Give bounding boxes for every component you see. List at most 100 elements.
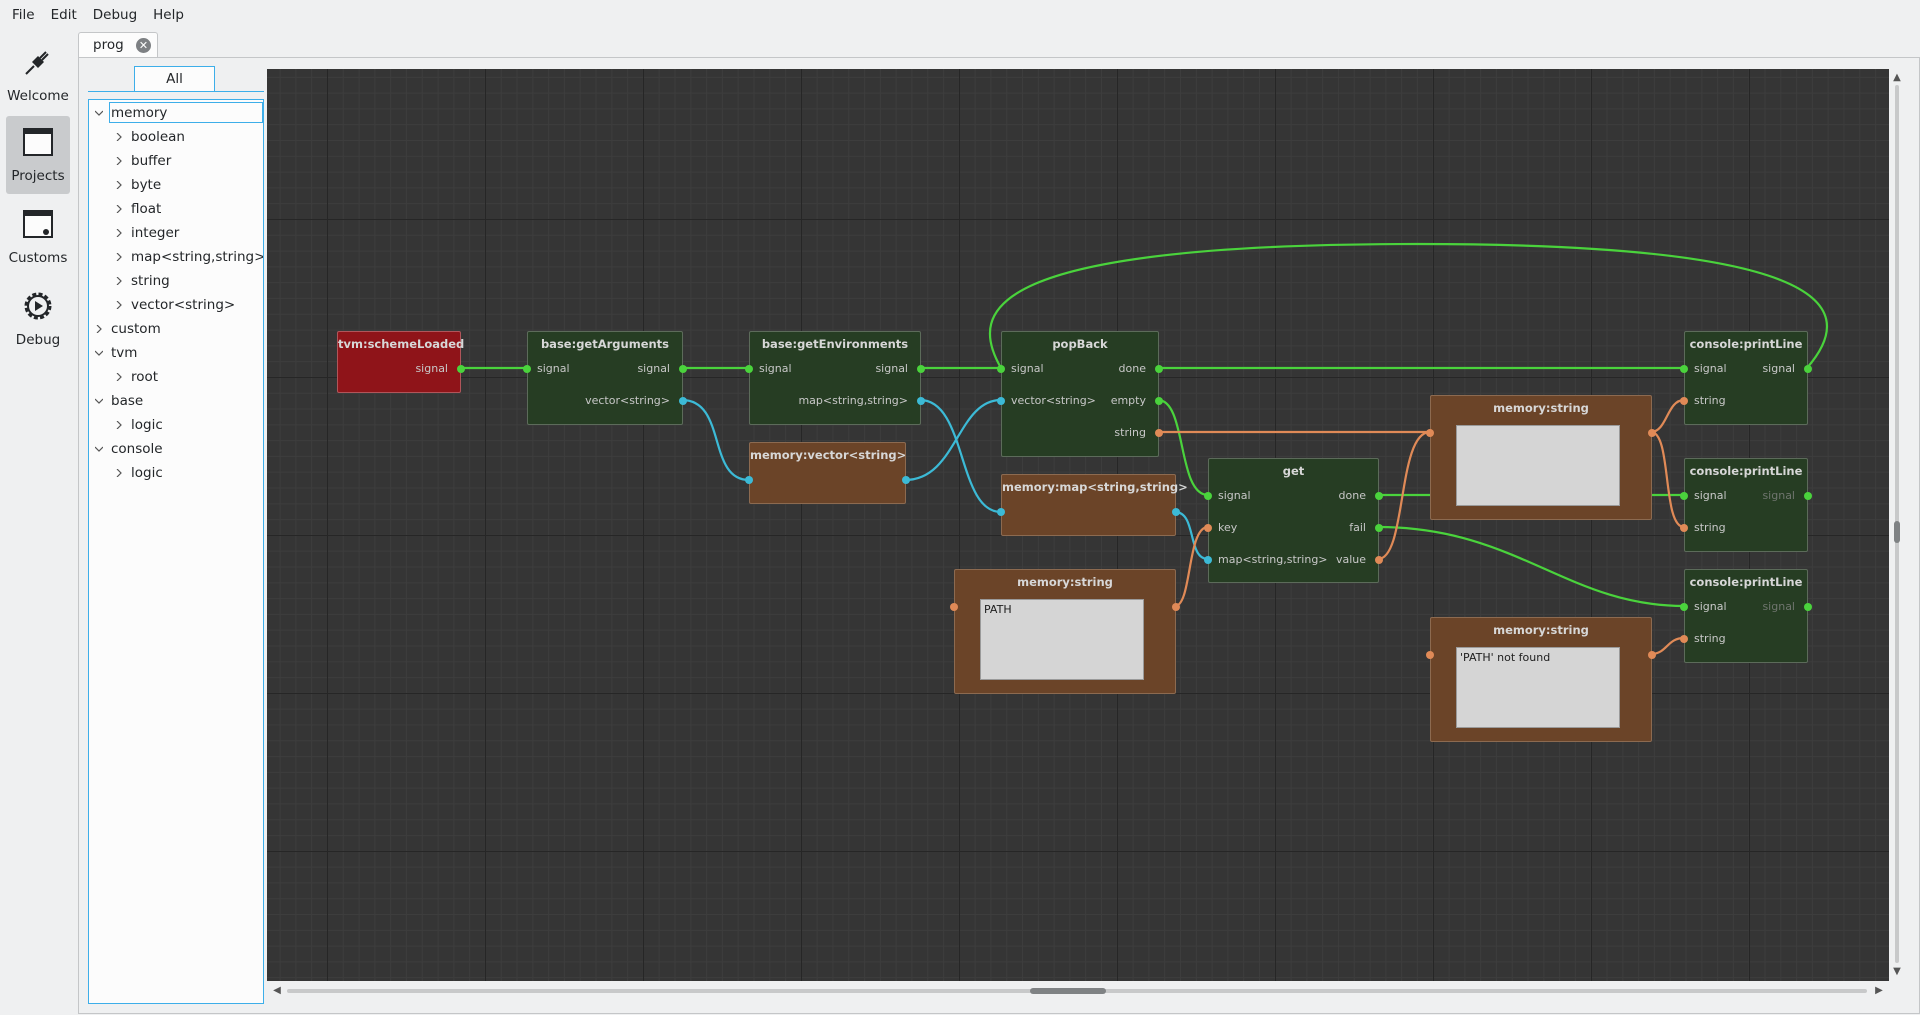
in-string-port[interactable] xyxy=(1680,524,1688,532)
menu-help[interactable]: Help xyxy=(145,0,192,30)
node-print-line-1[interactable]: console:printLine signal string signal xyxy=(1680,331,1812,425)
tree-item[interactable]: console xyxy=(89,438,263,460)
out-signal-port[interactable] xyxy=(917,365,925,373)
out-signal-port[interactable] xyxy=(1804,492,1812,500)
in-signal-port[interactable] xyxy=(1680,365,1688,373)
tree-item[interactable]: root xyxy=(89,366,263,388)
out-string-port[interactable] xyxy=(1155,429,1163,437)
string-value-field[interactable]: 'PATH' not found xyxy=(1456,647,1620,728)
in-string-port[interactable] xyxy=(950,603,958,611)
tree-item[interactable]: map<string,string> xyxy=(89,246,263,268)
string-value-field[interactable]: PATH xyxy=(980,599,1144,680)
out-string-port[interactable] xyxy=(1648,429,1656,437)
tree-item[interactable]: memory xyxy=(89,102,263,124)
out-string-port[interactable] xyxy=(1172,603,1180,611)
node-get[interactable]: get signal key map<string,string> done f… xyxy=(1204,458,1383,583)
chevron-down-icon[interactable] xyxy=(95,109,103,117)
menu-file[interactable]: File xyxy=(4,0,43,30)
scroll-up-icon[interactable]: ▲ xyxy=(1891,72,1903,84)
tree-item[interactable]: float xyxy=(89,198,263,220)
scroll-right-icon[interactable]: ▶ xyxy=(1873,985,1885,997)
in-string-port[interactable] xyxy=(1680,635,1688,643)
in-vector-port[interactable] xyxy=(997,397,1005,405)
in-signal-port[interactable] xyxy=(1680,492,1688,500)
tab-all[interactable]: All xyxy=(134,66,215,92)
mode-customs[interactable]: Customs xyxy=(6,198,70,276)
tree-item[interactable]: base xyxy=(89,390,263,412)
node-memory-vector[interactable]: memory:vector<string> xyxy=(745,442,910,504)
chevron-right-icon[interactable] xyxy=(95,325,103,333)
tree-item[interactable]: custom xyxy=(89,318,263,340)
chevron-right-icon[interactable] xyxy=(115,421,123,429)
tree-item[interactable]: logic xyxy=(89,462,263,484)
out-signal-port[interactable] xyxy=(1804,603,1812,611)
chevron-right-icon[interactable] xyxy=(115,373,123,381)
out-map-port[interactable] xyxy=(917,397,925,405)
mode-welcome[interactable]: Welcome xyxy=(6,36,70,114)
out-signal-port[interactable] xyxy=(1804,365,1812,373)
chevron-right-icon[interactable] xyxy=(115,205,123,213)
in-signal-port[interactable] xyxy=(745,365,753,373)
tree-item[interactable]: tvm xyxy=(89,342,263,364)
chevron-right-icon[interactable] xyxy=(115,301,123,309)
tree-item[interactable]: byte xyxy=(89,174,263,196)
menu-edit[interactable]: Edit xyxy=(43,0,85,30)
chevron-right-icon[interactable] xyxy=(115,277,123,285)
chevron-down-icon[interactable] xyxy=(95,397,103,405)
horizontal-scrollbar[interactable]: ◀ ▶ xyxy=(267,981,1889,1001)
chevron-right-icon[interactable] xyxy=(115,229,123,237)
in-map-port[interactable] xyxy=(997,508,1005,516)
close-icon[interactable]: ✕ xyxy=(136,38,151,53)
in-signal-port[interactable] xyxy=(523,365,531,373)
node-pop-back[interactable]: popBack signal vector<string> done empty… xyxy=(997,331,1163,457)
tree-item[interactable]: integer xyxy=(89,222,263,244)
chevron-right-icon[interactable] xyxy=(115,469,123,477)
chevron-right-icon[interactable] xyxy=(115,181,123,189)
out-done-port[interactable] xyxy=(1155,365,1163,373)
scroll-thumb[interactable] xyxy=(1030,988,1106,994)
chevron-down-icon[interactable] xyxy=(95,445,103,453)
node-get-environments[interactable]: base:getEnvironments signal signal map<s… xyxy=(745,331,925,425)
tree-item[interactable]: boolean xyxy=(89,126,263,148)
out-empty-port[interactable] xyxy=(1155,397,1163,405)
in-signal-port[interactable] xyxy=(1680,603,1688,611)
in-string-port[interactable] xyxy=(1426,651,1434,659)
in-map-port[interactable] xyxy=(1204,556,1212,564)
chevron-right-icon[interactable] xyxy=(115,133,123,141)
scroll-left-icon[interactable]: ◀ xyxy=(271,985,283,997)
node-print-line-2[interactable]: console:printLine signal string signal xyxy=(1680,458,1812,552)
tree-item[interactable]: string xyxy=(89,270,263,292)
in-string-port[interactable] xyxy=(1680,397,1688,405)
chevron-down-icon[interactable] xyxy=(95,349,103,357)
out-signal-port[interactable] xyxy=(679,365,687,373)
out-string-port[interactable] xyxy=(1648,651,1656,659)
in-signal-port[interactable] xyxy=(997,365,1005,373)
string-value-field[interactable] xyxy=(1456,425,1620,506)
vertical-scrollbar[interactable]: ▲ ▼ xyxy=(1889,69,1905,981)
out-fail-port[interactable] xyxy=(1375,524,1383,532)
node-memory-map[interactable]: memory:map<string,string> xyxy=(997,474,1188,536)
tree-item[interactable]: buffer xyxy=(89,150,263,172)
node-memory-string-path[interactable]: memory:string PATH xyxy=(950,569,1180,694)
tree-item[interactable]: logic xyxy=(89,414,263,436)
in-string-port[interactable] xyxy=(1426,429,1434,437)
scroll-down-icon[interactable]: ▼ xyxy=(1891,966,1903,978)
in-key-port[interactable] xyxy=(1204,524,1212,532)
node-scheme-loaded[interactable]: tvm:schemeLoaded signal xyxy=(337,331,465,393)
scheme-canvas[interactable]: tvm:schemeLoaded signal base:getArgument… xyxy=(267,69,1889,981)
node-memory-string-not-found[interactable]: memory:string 'PATH' not found xyxy=(1426,617,1656,742)
node-print-line-3[interactable]: console:printLine signal string signal xyxy=(1680,569,1812,663)
out-map-port[interactable] xyxy=(1172,508,1180,516)
out-value-port[interactable] xyxy=(1375,556,1383,564)
out-done-port[interactable] xyxy=(1375,492,1383,500)
mode-debug[interactable]: Debug xyxy=(6,280,70,358)
chevron-right-icon[interactable] xyxy=(115,157,123,165)
mode-projects[interactable]: Projects xyxy=(6,116,70,194)
library-tree[interactable]: memory boolean buffer byte float integer map<s… xyxy=(88,99,264,1004)
in-signal-port[interactable] xyxy=(1204,492,1212,500)
out-vector-port[interactable] xyxy=(679,397,687,405)
node-memory-string-result[interactable]: memory:string xyxy=(1426,395,1656,520)
out-signal-port[interactable] xyxy=(457,365,465,373)
tab-prog[interactable]: prog ✕ xyxy=(78,32,158,58)
chevron-right-icon[interactable] xyxy=(115,253,123,261)
